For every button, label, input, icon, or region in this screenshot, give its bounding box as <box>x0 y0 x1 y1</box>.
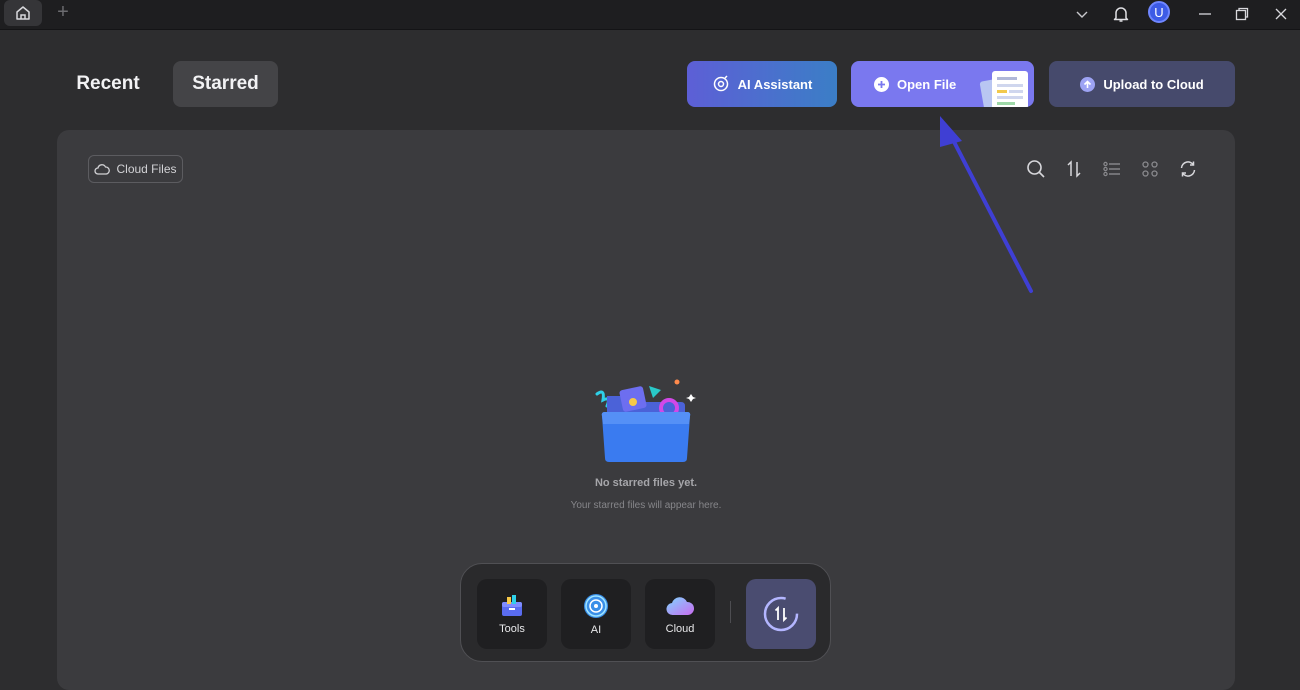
ai-orb-icon <box>584 594 608 618</box>
bell-icon[interactable] <box>1110 3 1132 25</box>
empty-folder-icon <box>595 379 696 462</box>
dock-label-cloud: Cloud <box>665 623 695 635</box>
empty-state-subtitle: Your starred files will appear here. <box>570 500 722 511</box>
dock-separator <box>730 601 731 623</box>
search-icon[interactable] <box>1023 156 1049 182</box>
ai-assistant-label: AI Assistant <box>737 76 813 92</box>
avatar[interactable]: U <box>1148 1 1170 23</box>
home-tab[interactable] <box>4 0 42 26</box>
switch-arrows-icon <box>763 596 799 632</box>
cloud-icon <box>94 164 111 175</box>
ai-assistant-button[interactable]: AI Assistant <box>687 61 837 107</box>
cloud-files-label: Cloud Files <box>116 162 177 176</box>
tab-recent[interactable]: Recent <box>62 61 154 107</box>
title-bar: + U <box>0 0 1300 30</box>
plus-icon <box>874 76 889 92</box>
dock-item-cloud[interactable]: Cloud <box>645 579 715 649</box>
grid-view-icon[interactable] <box>1137 156 1163 182</box>
upload-to-cloud-label: Upload to Cloud <box>1103 76 1204 92</box>
home-icon <box>16 6 30 20</box>
cloud-app-icon <box>666 597 695 616</box>
chevron-down-icon[interactable] <box>1071 3 1093 25</box>
empty-state-title: No starred files yet. <box>594 477 698 489</box>
open-file-button[interactable]: Open File <box>851 61 1034 107</box>
dock-toggle-button[interactable] <box>746 579 816 649</box>
upload-icon <box>1080 76 1096 92</box>
upload-to-cloud-button[interactable]: Upload to Cloud <box>1049 61 1235 107</box>
documents-illustration-icon <box>979 71 1028 107</box>
refresh-icon[interactable] <box>1175 156 1201 182</box>
list-view-icon[interactable] <box>1099 156 1125 182</box>
dock-item-ai[interactable]: AI <box>561 579 631 649</box>
cloud-files-filter[interactable]: Cloud Files <box>88 155 183 183</box>
sort-icon[interactable] <box>1061 156 1087 182</box>
close-icon[interactable] <box>1270 3 1292 25</box>
restore-icon[interactable] <box>1231 3 1253 25</box>
dock-label-tools: Tools <box>499 623 525 635</box>
minimize-icon[interactable] <box>1194 3 1216 25</box>
toolbox-icon <box>502 595 522 616</box>
new-tab-button[interactable]: + <box>52 2 74 24</box>
open-file-label: Open File <box>897 76 957 92</box>
dock-item-tools[interactable]: Tools <box>477 579 547 649</box>
tab-starred[interactable]: Starred <box>173 61 278 107</box>
quick-dock: Tools AI Cloud <box>460 563 831 662</box>
ai-assistant-icon <box>713 75 728 92</box>
dock-label-ai: AI <box>590 624 602 636</box>
